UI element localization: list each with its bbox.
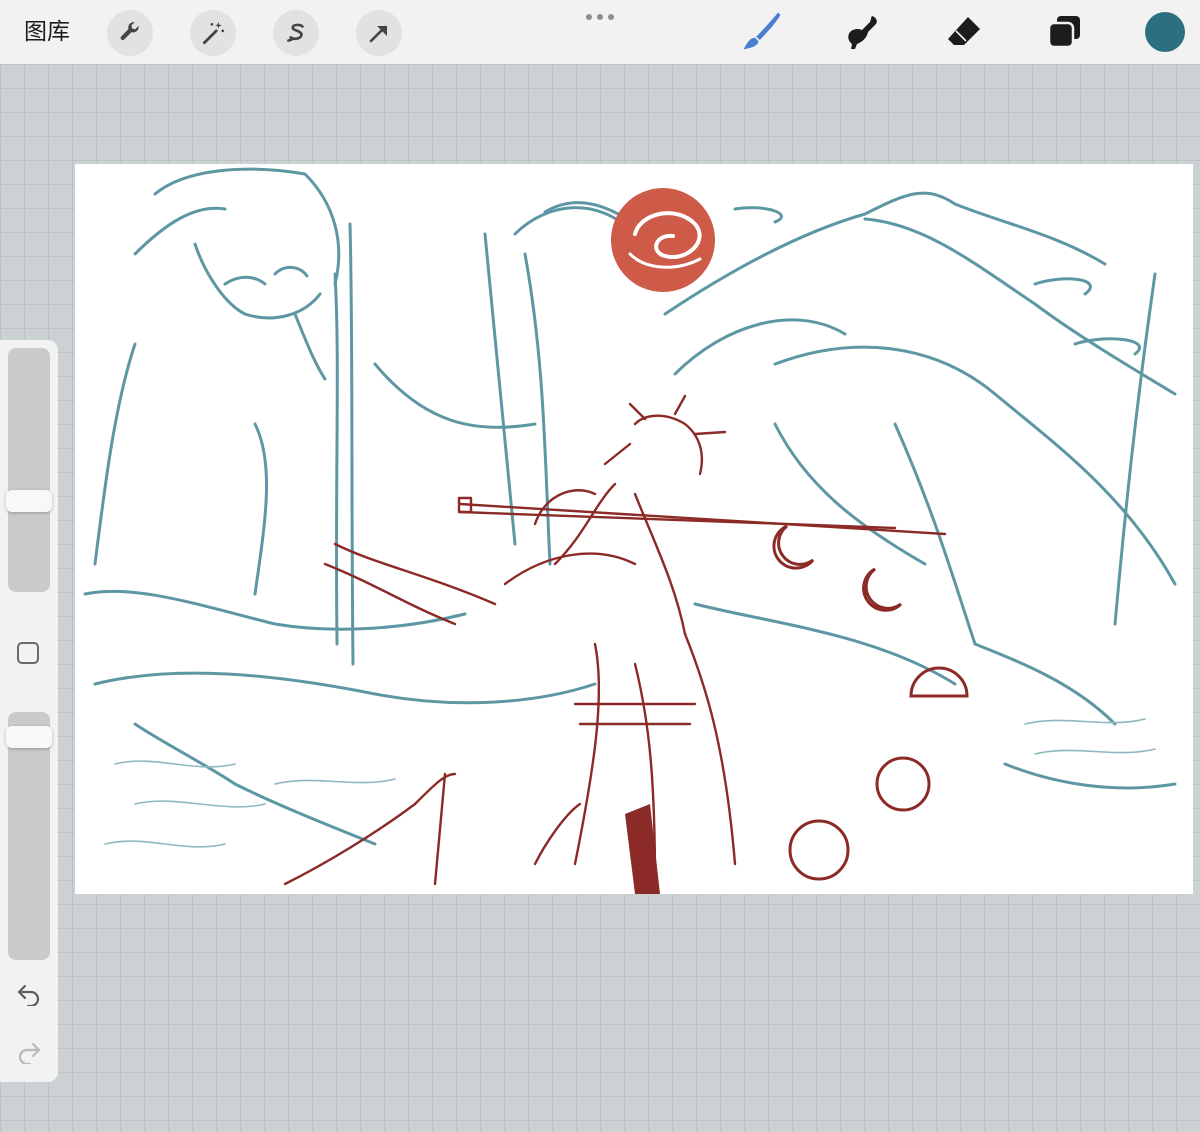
redo-icon[interactable] bbox=[15, 1040, 43, 1064]
adjustments-button[interactable] bbox=[190, 10, 236, 56]
modify-square-icon[interactable] bbox=[17, 642, 39, 664]
opacity-slider[interactable] bbox=[6, 712, 52, 960]
sketch-artwork bbox=[83, 167, 1177, 894]
arrow-transform-icon bbox=[369, 25, 387, 43]
brush-icon bbox=[743, 12, 781, 50]
eraser-tool-button[interactable] bbox=[940, 10, 988, 54]
sun-drawing bbox=[611, 188, 715, 292]
actions-button[interactable] bbox=[107, 10, 153, 56]
more-options-icon[interactable] bbox=[584, 11, 616, 23]
left-sidebar bbox=[0, 340, 58, 1082]
undo-icon[interactable] bbox=[15, 982, 43, 1006]
eraser-icon bbox=[948, 17, 980, 45]
smudge-tool-button[interactable] bbox=[838, 10, 886, 54]
opacity-thumb[interactable] bbox=[6, 726, 52, 748]
gallery-button[interactable]: 图库 bbox=[24, 16, 70, 48]
brush-size-thumb[interactable] bbox=[6, 490, 52, 512]
selection-icon bbox=[287, 23, 304, 42]
brush-size-slider[interactable] bbox=[6, 348, 52, 592]
smudge-icon bbox=[848, 16, 877, 49]
magic-wand-icon bbox=[202, 22, 225, 45]
color-picker-button[interactable] bbox=[1145, 12, 1185, 52]
selection-button[interactable] bbox=[273, 10, 319, 56]
layers-icon bbox=[1047, 16, 1080, 49]
layers-button[interactable] bbox=[1040, 10, 1088, 54]
wrench-icon bbox=[120, 22, 139, 41]
paint-tool-button[interactable] bbox=[738, 10, 786, 54]
top-toolbar: 图库 bbox=[0, 0, 1200, 64]
transform-button[interactable] bbox=[356, 10, 402, 56]
drawing-canvas[interactable] bbox=[75, 164, 1193, 894]
